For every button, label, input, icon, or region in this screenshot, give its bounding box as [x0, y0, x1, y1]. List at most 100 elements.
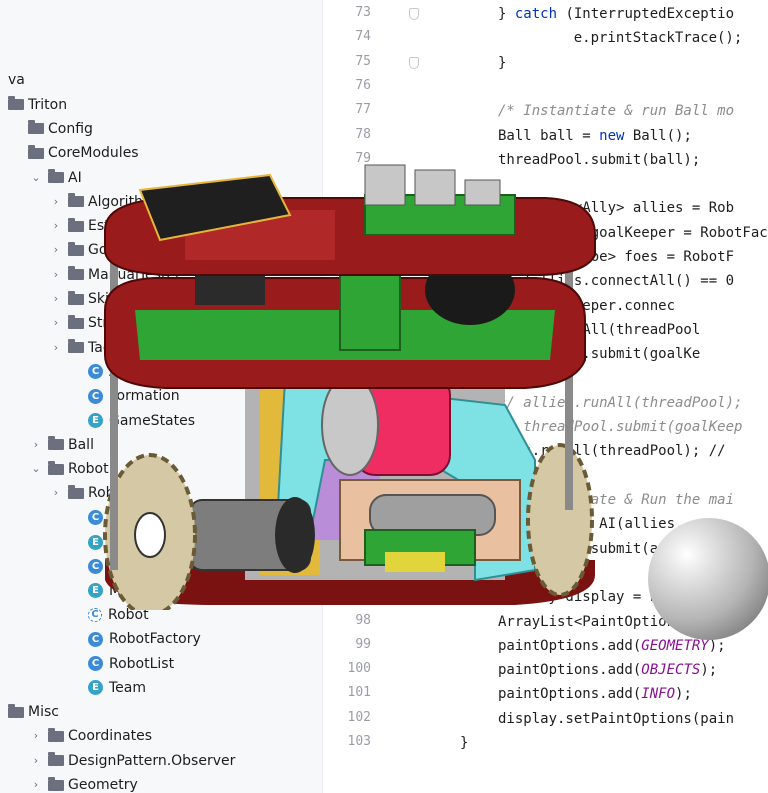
tree-item[interactable]: Triton [0, 93, 67, 117]
code-token: Ball(); [624, 127, 692, 144]
folder-icon [48, 436, 64, 451]
code-token: e.printStackTrace(); [540, 30, 743, 47]
line-number: 77 [355, 102, 371, 118]
code-token: paintOptions.add( [498, 662, 642, 679]
chevron-right-icon[interactable]: › [50, 481, 62, 505]
class-icon: C [88, 631, 103, 647]
tree-item[interactable]: va [0, 68, 25, 92]
tree-item-label: DesignPattern.Observer [68, 752, 236, 769]
chevron-right-icon[interactable]: › [50, 263, 62, 287]
line-number: 98 [355, 612, 371, 628]
line-number: 103 [347, 734, 371, 749]
code-line[interactable]: } [498, 54, 506, 72]
tree-item[interactable] [0, 44, 8, 68]
tree-item[interactable]: Config [10, 117, 93, 141]
tree-item-label: Ball [68, 436, 94, 453]
code-line[interactable]: paintOptions.add(GEOMETRY); [498, 637, 726, 655]
code-token: paintOptions.add( [498, 637, 642, 654]
code-token: } [498, 54, 507, 71]
code-line[interactable]: } catch (InterruptedExceptio [498, 5, 734, 23]
code-line[interactable]: paintOptions.add(OBJECTS); [498, 661, 717, 679]
ball-sphere-image [648, 518, 768, 640]
code-token: catch [514, 6, 558, 22]
tree-item[interactable]: C RobotList [70, 652, 174, 676]
enum-icon: E [88, 680, 103, 696]
tree-item[interactable]: › Coordinates [30, 724, 152, 748]
folder-icon [48, 776, 64, 791]
chevron-right-icon[interactable]: › [30, 724, 42, 748]
line-number: 76 [355, 77, 371, 93]
code-token: paintOptions.add( [498, 686, 642, 703]
tree-item-label: Geometry [68, 777, 138, 793]
chevron-down-icon[interactable]: ⌄ [30, 166, 42, 190]
folder-icon [48, 460, 64, 475]
code-token: ); [700, 662, 718, 679]
code-token: new [599, 127, 625, 144]
code-token: ); [708, 637, 726, 654]
folder-icon [68, 193, 84, 208]
folder-icon [48, 169, 64, 183]
tree-item[interactable]: › Geometry [30, 773, 138, 793]
chevron-right-icon[interactable]: › [50, 238, 62, 262]
tree-item-label: Coordinates [68, 728, 153, 745]
code-token: ); [675, 686, 692, 703]
fold-marker-icon[interactable] [409, 8, 419, 20]
folder-icon [28, 120, 44, 135]
code-token: OBJECTS [641, 662, 701, 679]
code-line[interactable]: Ball ball = new Ball(); [498, 127, 692, 145]
tree-item-label: RobotFactory [109, 631, 201, 648]
tree-item-label: RobotList [109, 655, 175, 672]
chevron-right-icon[interactable]: › [50, 190, 62, 214]
tree-item[interactable]: › Ball [30, 433, 94, 457]
code-token: } [460, 735, 469, 751]
chevron-right-icon[interactable]: › [30, 433, 42, 457]
line-number: 101 [347, 685, 371, 701]
code-line[interactable]: } [460, 734, 468, 752]
tree-item-label: va [8, 72, 25, 89]
folder-icon [68, 484, 84, 499]
folder-icon [8, 96, 24, 111]
fold-marker-icon[interactable] [409, 56, 419, 69]
tree-item-label: Triton [28, 96, 68, 113]
code-token: GEOMETRY [641, 637, 709, 654]
code-line[interactable]: display.setPaintOptions(pain [498, 710, 734, 728]
tree-item-label: AI [68, 169, 82, 186]
tree-item[interactable]: › DesignPattern.Observer [30, 749, 235, 773]
folder-icon [48, 727, 64, 742]
chevron-right-icon[interactable]: › [30, 749, 42, 773]
folder-icon [28, 144, 44, 159]
code-token: Ball ball = [498, 127, 600, 144]
code-line[interactable]: /* Instantiate & run Ball mo [498, 102, 734, 120]
folder-icon [68, 339, 84, 354]
tree-item[interactable]: ⌄ AI [30, 166, 82, 190]
chevron-right-icon[interactable]: › [30, 773, 42, 793]
chevron-right-icon[interactable]: › [50, 214, 62, 238]
folder-icon [8, 703, 24, 718]
line-number: 73 [355, 5, 371, 20]
chevron-right-icon[interactable]: › [50, 287, 62, 311]
class-icon: C [88, 656, 103, 671]
tree-item[interactable]: E Team [70, 676, 146, 700]
code-token: /* Instantiate & run Ball mo [498, 103, 735, 120]
tree-item[interactable]: Misc [0, 700, 59, 724]
tree-item-label: Misc [28, 704, 59, 721]
chevron-right-icon[interactable]: › [50, 311, 62, 335]
tree-item-label: Config [48, 120, 93, 137]
chevron-right-icon[interactable]: › [50, 336, 62, 360]
code-token: INFO [641, 686, 676, 703]
code-token: display.setPaintOptions(pain [498, 710, 735, 727]
code-line[interactable]: paintOptions.add(INFO); [498, 685, 692, 703]
folder-icon [68, 266, 84, 281]
folder-icon [68, 314, 84, 329]
code-token: (InterruptedExceptio [557, 6, 735, 22]
line-number: 75 [355, 53, 371, 69]
chevron-down-icon[interactable]: ⌄ [30, 457, 42, 481]
code-line[interactable]: e.printStackTrace(); [540, 29, 743, 47]
folder-icon [68, 217, 84, 232]
tree-item[interactable]: C RobotFactory [70, 627, 201, 651]
tree-item-label: Team [109, 679, 147, 696]
code-token: } [498, 6, 515, 22]
line-number: 100 [347, 661, 371, 677]
robot-3d-model-image [103, 164, 596, 610]
line-number: 74 [355, 29, 371, 45]
